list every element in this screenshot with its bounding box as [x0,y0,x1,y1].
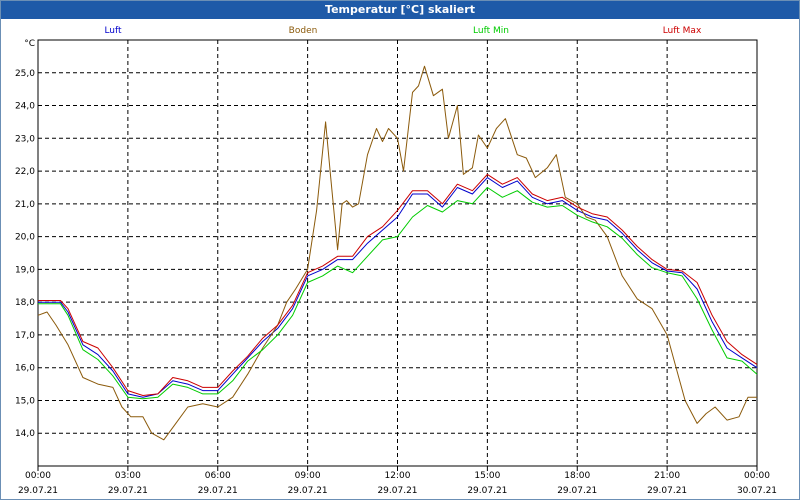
y-unit-label: °C [24,39,35,49]
x-tick-time: 18:00 [564,471,590,481]
x-tick-time: 00:00 [744,471,770,481]
y-tick-label: 24,0 [15,102,35,112]
y-tick-label: 19,0 [15,265,35,275]
grid [37,39,758,467]
x-tick-date: 29.07.21 [18,486,58,496]
x-tick-time: 21:00 [654,471,680,481]
x-tick-time: 03:00 [115,471,141,481]
y-tick-label: 25,0 [15,69,35,79]
x-tick-time: 06:00 [205,471,231,481]
y-tick-label: 14,0 [15,429,35,439]
x-tick-date: 30.07.21 [737,486,777,496]
y-tick-label: 22,0 [15,167,35,177]
x-tick-date: 29.07.21 [198,486,238,496]
y-tick-label: 23,0 [15,134,35,144]
legend-item-luft: Luft [104,26,122,36]
x-tick-time: 15:00 [474,471,500,481]
legend: Luft Boden Luft Min Luft Max [104,26,702,36]
x-tick-date: 29.07.21 [647,486,687,496]
y-tick-label: 18,0 [15,298,35,308]
temperature-chart: 14,0 15,0 16,0 17,0 18,0 19,0 20,0 21,0 22,0 23,0… [15,26,777,496]
y-tick-label: 17,0 [15,331,35,341]
x-tick-time: 09:00 [295,471,321,481]
y-tick-label: 20,0 [15,233,35,243]
legend-item-luft-min: Luft Min [473,26,509,36]
x-tick-time: 00:00 [25,471,51,481]
y-tick-label: 21,0 [15,200,35,210]
x-tick-date: 29.07.21 [377,486,417,496]
legend-item-boden: Boden [289,26,318,36]
x-tick-date: 29.07.21 [557,486,597,496]
x-tick-date: 29.07.21 [288,486,328,496]
x-tick-date: 29.07.21 [108,486,148,496]
x-tick-time: 12:00 [385,471,411,481]
legend-item-luft-max: Luft Max [663,26,702,36]
y-tick-label: 16,0 [15,364,35,374]
x-tick-date: 29.07.21 [467,486,507,496]
y-tick-label: 15,0 [15,396,35,406]
